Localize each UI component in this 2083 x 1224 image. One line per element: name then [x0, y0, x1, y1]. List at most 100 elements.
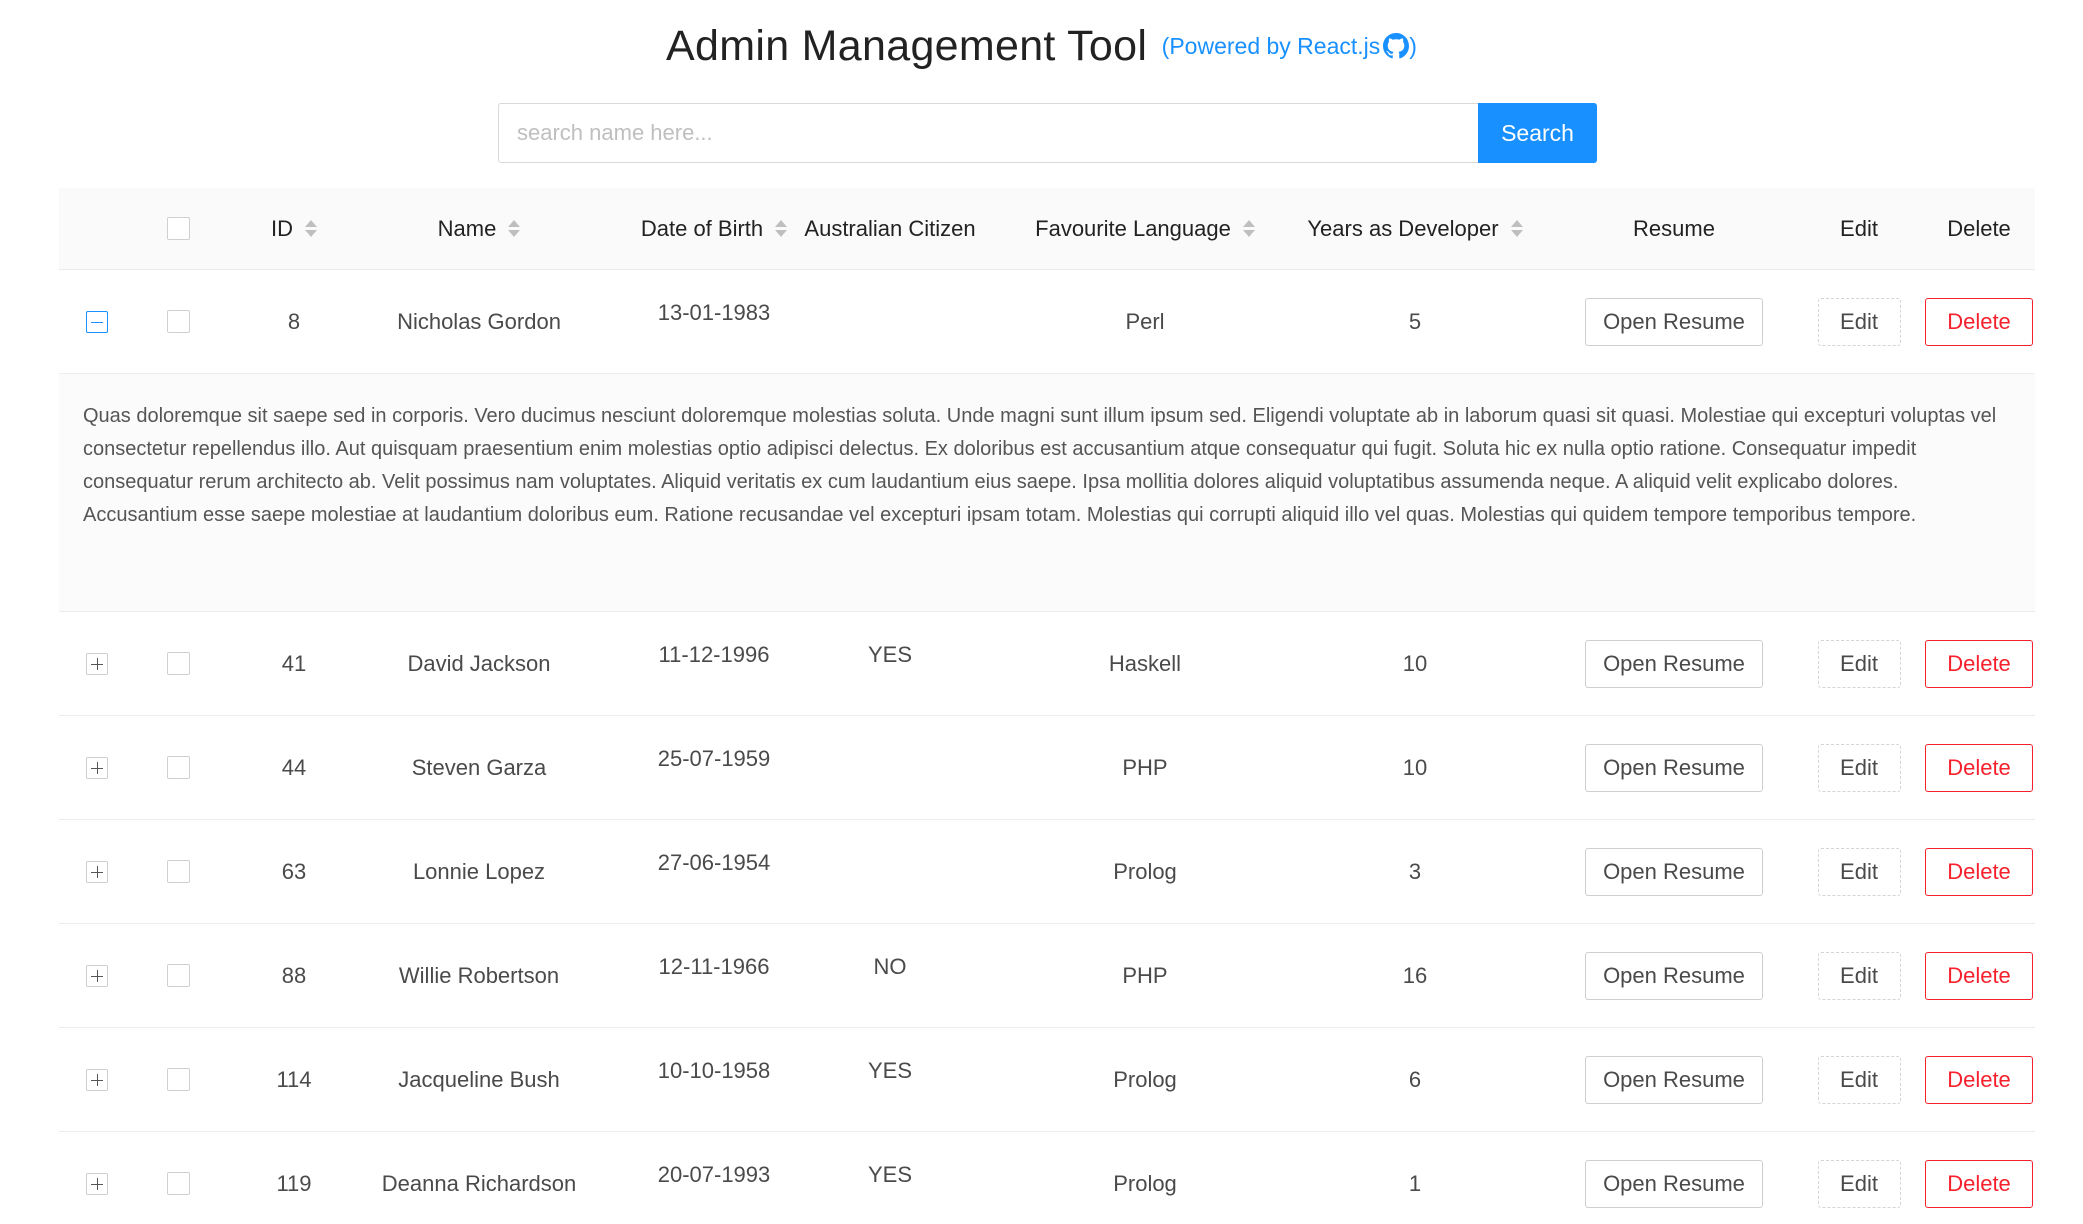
expand-row-icon[interactable] — [85, 756, 108, 779]
table-row: 41 David Jackson 11-12-1996 YES Haskell 10 Ope… — [59, 612, 2035, 716]
name-value: Nicholas Gordon — [397, 308, 561, 334]
delete-button[interactable]: Delete — [1925, 847, 2033, 896]
cell-language: PHP — [1010, 924, 1280, 1027]
id-value: 8 — [287, 308, 301, 334]
expand-row-icon[interactable] — [85, 1172, 108, 1195]
open-resume-button[interactable]: Open Resume — [1585, 297, 1763, 346]
cell-resume: Open Resume — [1554, 820, 1794, 923]
powered-by-link[interactable]: (Powered by React.js) — [1162, 33, 1417, 59]
row-select-cell — [153, 612, 203, 715]
name-value: Lonnie Lopez — [412, 858, 546, 884]
cell-delete: Delete — [1924, 270, 2034, 373]
edit-button[interactable]: Edit — [1817, 847, 1901, 896]
row-checkbox[interactable] — [166, 860, 190, 883]
edit-button[interactable]: Edit — [1817, 1159, 1901, 1208]
column-header-name-label: Name — [437, 215, 497, 241]
language-value: Perl — [1125, 308, 1165, 334]
id-value: 63 — [281, 858, 307, 884]
collapse-row-icon[interactable] — [85, 310, 108, 333]
edit-button[interactable]: Edit — [1817, 639, 1901, 688]
cell-id: 41 — [239, 612, 349, 715]
id-value: 114 — [276, 1066, 312, 1092]
dob-value: 13-01-1983 — [657, 300, 771, 325]
open-resume-button[interactable]: Open Resume — [1585, 1159, 1763, 1208]
cell-delete: Delete — [1924, 1028, 2034, 1131]
cell-id: 88 — [239, 924, 349, 1027]
delete-button[interactable]: Delete — [1925, 1055, 2033, 1104]
cell-language: Perl — [1010, 270, 1280, 373]
cell-years: 10 — [1280, 716, 1550, 819]
expand-cell — [74, 820, 119, 923]
cell-citizen: NO — [770, 924, 1010, 1027]
expand-cell — [74, 1132, 119, 1224]
sort-icon[interactable] — [1242, 220, 1255, 237]
name-value: Willie Robertson — [398, 962, 560, 988]
edit-button[interactable]: Edit — [1817, 743, 1901, 792]
row-checkbox[interactable] — [166, 964, 190, 987]
row-checkbox[interactable] — [166, 1068, 190, 1091]
row-checkbox[interactable] — [166, 756, 190, 779]
open-resume-button[interactable]: Open Resume — [1585, 743, 1763, 792]
dob-value: 20-07-1993 — [657, 1162, 771, 1187]
expand-cell — [74, 924, 119, 1027]
expand-row-icon[interactable] — [85, 652, 108, 675]
cell-citizen — [770, 716, 1010, 819]
cell-delete: Delete — [1924, 1132, 2034, 1224]
cell-years: 3 — [1280, 820, 1550, 923]
cell-years: 5 — [1280, 270, 1550, 373]
language-value: PHP — [1122, 962, 1168, 988]
delete-button[interactable]: Delete — [1925, 639, 2033, 688]
table-header: ID Name Date of Birth Australian Citizen… — [59, 188, 2035, 270]
expand-cell — [74, 716, 119, 819]
cell-edit: Edit — [1794, 820, 1924, 923]
dob-value: 27-06-1954 — [657, 850, 771, 875]
expand-row-icon[interactable] — [85, 860, 108, 883]
row-checkbox[interactable] — [166, 652, 190, 675]
column-header-dob-label: Date of Birth — [640, 215, 764, 241]
column-header-name[interactable]: Name — [349, 188, 609, 269]
sort-icon[interactable] — [305, 220, 317, 237]
row-checkbox[interactable] — [166, 310, 190, 333]
github-icon[interactable] — [1383, 33, 1410, 59]
years-value: 5 — [1408, 308, 1422, 334]
citizen-value: NO — [873, 954, 907, 979]
sort-icon[interactable] — [1510, 220, 1523, 237]
delete-button[interactable]: Delete — [1925, 297, 2033, 346]
search-input[interactable] — [498, 103, 1478, 163]
cell-id: 114 — [239, 1028, 349, 1131]
cell-name: Nicholas Gordon — [349, 270, 609, 373]
expand-row-icon[interactable] — [85, 964, 108, 987]
cell-edit: Edit — [1794, 612, 1924, 715]
cell-resume: Open Resume — [1554, 1028, 1794, 1131]
delete-button[interactable]: Delete — [1925, 951, 2033, 1000]
expand-cell — [74, 1028, 119, 1131]
sort-icon[interactable] — [508, 220, 521, 237]
cell-edit: Edit — [1794, 924, 1924, 1027]
column-header-language[interactable]: Favourite Language — [1010, 188, 1280, 269]
column-header-years[interactable]: Years as Developer — [1280, 188, 1550, 269]
open-resume-button[interactable]: Open Resume — [1585, 951, 1763, 1000]
powered-by-close: ) — [1409, 33, 1417, 59]
column-header-id[interactable]: ID — [239, 188, 349, 269]
id-value: 44 — [281, 754, 307, 780]
edit-button[interactable]: Edit — [1817, 1055, 1901, 1104]
open-resume-button[interactable]: Open Resume — [1585, 1055, 1763, 1104]
powered-by-text: (Powered by React.js — [1161, 33, 1381, 59]
select-all-checkbox[interactable] — [166, 217, 190, 240]
open-resume-button[interactable]: Open Resume — [1585, 639, 1763, 688]
cell-id: 63 — [239, 820, 349, 923]
id-value: 41 — [281, 650, 307, 676]
delete-button[interactable]: Delete — [1925, 1159, 2033, 1208]
table-row: 88 Willie Robertson 12-11-1966 NO PHP 16 Open … — [59, 924, 2035, 1028]
edit-button[interactable]: Edit — [1817, 951, 1901, 1000]
open-resume-button[interactable]: Open Resume — [1585, 847, 1763, 896]
delete-button[interactable]: Delete — [1925, 743, 2033, 792]
years-value: 3 — [1408, 858, 1422, 884]
edit-button[interactable]: Edit — [1817, 297, 1901, 346]
expand-row-icon[interactable] — [85, 1068, 108, 1091]
years-value: 1 — [1408, 1170, 1422, 1196]
column-header-citizen: Australian Citizen — [770, 188, 1010, 269]
row-checkbox[interactable] — [166, 1172, 190, 1195]
search-button[interactable]: Search — [1478, 103, 1597, 163]
language-value: Haskell — [1108, 650, 1182, 676]
